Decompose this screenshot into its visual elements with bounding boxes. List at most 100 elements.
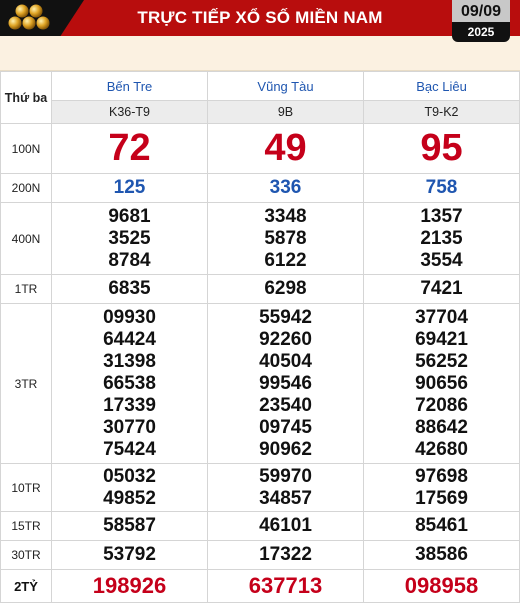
prize-label: 30TR — [0, 540, 52, 570]
winning-number: 09930 — [103, 306, 156, 328]
prize-row: 400N 9681 3525 8784 3348 5878 6122 1357 2135 3554 — [0, 202, 520, 275]
province-name-bac-lieu[interactable]: Bạc Liêu — [363, 71, 520, 101]
winning-number: 1357 — [420, 205, 463, 227]
winning-number: 30770 — [103, 416, 156, 438]
province-name-vung-tau[interactable]: Vũng Tàu — [207, 71, 364, 101]
prize-cell: 637713 — [207, 569, 364, 603]
winning-number: 3348 — [264, 205, 307, 227]
prize-label: 3TR — [0, 303, 52, 464]
province-header-row: Thứ ba Bến Tre Vũng Tàu Bạc Liêu — [0, 71, 520, 124]
province-name-ben-tre[interactable]: Bến Tre — [51, 71, 208, 101]
winning-number: 7421 — [420, 278, 463, 299]
prize-cell: 85461 — [363, 511, 520, 541]
winning-number: 72086 — [415, 394, 468, 416]
winning-number: 49852 — [103, 487, 156, 509]
prize-row: 30TR 53792 17322 38586 — [0, 540, 520, 570]
winning-number: 69421 — [415, 328, 468, 350]
winning-number: 9681 — [108, 205, 151, 227]
winning-number: 64424 — [103, 328, 156, 350]
prize-row: 1TR 6835 6298 7421 — [0, 274, 520, 304]
draw-date-badge: 09/09 2025 — [452, 0, 510, 42]
prize-cell: 6835 — [51, 274, 208, 304]
prize-cell: 198926 — [51, 569, 208, 603]
prize-cell: 53792 — [51, 540, 208, 570]
prize-row: 2TỶ 198926 637713 098958 — [0, 569, 520, 603]
winning-number: 17569 — [415, 487, 468, 509]
winning-number: 3525 — [108, 227, 151, 249]
winning-number: 6298 — [264, 278, 307, 299]
winning-number: 56252 — [415, 350, 468, 372]
winning-number: 53792 — [103, 544, 156, 565]
prize-cell: 58587 — [51, 511, 208, 541]
winning-number: 40504 — [259, 350, 312, 372]
prize-cell: 9681 3525 8784 — [51, 202, 208, 275]
prize-cell: 758 — [363, 173, 520, 203]
prize-row: 200N 125 336 758 — [0, 173, 520, 203]
prize-cell: 6298 — [207, 274, 364, 304]
prize-cell: 46101 — [207, 511, 364, 541]
prize-row: 100N 72 49 95 — [0, 123, 520, 174]
winning-number: 23540 — [259, 394, 312, 416]
winning-number: 758 — [425, 177, 458, 198]
winning-number: 99546 — [259, 372, 312, 394]
winning-number: 42680 — [415, 438, 468, 460]
ticket-code-row: K36-T9 9B T9-K2 — [1, 100, 520, 124]
prize-label: 2TỶ — [0, 569, 52, 603]
prize-label: 200N — [0, 173, 52, 203]
winning-number: 125 — [113, 177, 146, 198]
ticket-code: T9-K2 — [363, 100, 520, 124]
winning-number: 88642 — [415, 416, 468, 438]
prize-cell: 38586 — [363, 540, 520, 570]
winning-number: 17322 — [259, 544, 312, 565]
winning-number: 37704 — [415, 306, 468, 328]
winning-number: 8784 — [108, 249, 151, 271]
winning-number: 05032 — [103, 465, 156, 487]
draw-date-day: 09/09 — [452, 0, 510, 22]
winning-number: 55942 — [259, 306, 312, 328]
winning-number: 5878 — [264, 227, 307, 249]
prize-cell: 59970 34857 — [207, 463, 364, 512]
winning-number: 198926 — [92, 573, 167, 598]
prize-cell: 49 — [207, 123, 364, 174]
prize-label: 15TR — [0, 511, 52, 541]
prize-label: 10TR — [0, 463, 52, 512]
winning-number: 90962 — [259, 438, 312, 460]
winning-number: 6122 — [264, 249, 307, 271]
page-title: TRỰC TIẾP XỔ SỐ MIỀN NAM — [137, 8, 383, 27]
winning-number: 49 — [264, 127, 307, 169]
winning-number: 46101 — [259, 515, 312, 536]
prize-cell: 336 — [207, 173, 364, 203]
winning-number: 38586 — [415, 544, 468, 565]
prize-row: 3TR 09930 64424 31398 66538 17339 30770 75424 55… — [0, 303, 520, 464]
prize-cell: 37704 69421 56252 90656 72086 88642 42680 — [363, 303, 520, 464]
prize-cell: 97698 17569 — [363, 463, 520, 512]
prize-row: 10TR 05032 49852 59970 34857 97698 17569 — [0, 463, 520, 512]
prize-cell: 55942 92260 40504 99546 23540 09745 90962 — [207, 303, 364, 464]
header-banner: TRỰC TIẾP XỔ SỐ MIỀN NAM 09/09 2025 — [0, 0, 520, 42]
prize-cell: 95 — [363, 123, 520, 174]
prize-cell: 09930 64424 31398 66538 17339 30770 75424 — [51, 303, 208, 464]
winning-number: 66538 — [103, 372, 156, 394]
prize-cell: 17322 — [207, 540, 364, 570]
winning-number: 31398 — [103, 350, 156, 372]
prize-cell: 05032 49852 — [51, 463, 208, 512]
winning-number: 336 — [269, 177, 302, 198]
winning-number: 95 — [420, 127, 463, 169]
winning-number: 09745 — [259, 416, 312, 438]
prize-cell: 3348 5878 6122 — [207, 202, 364, 275]
winning-number: 637713 — [248, 573, 323, 598]
ticket-code: 9B — [207, 100, 364, 124]
prize-label: 1TR — [0, 274, 52, 304]
winning-number: 34857 — [259, 487, 312, 509]
winning-number: 97698 — [415, 465, 468, 487]
winning-number: 90656 — [415, 372, 468, 394]
prize-label: 400N — [0, 202, 52, 275]
winning-number: 098958 — [404, 573, 479, 598]
winning-number: 6835 — [108, 278, 151, 299]
winning-number: 72 — [108, 127, 151, 169]
winning-number: 2135 — [420, 227, 463, 249]
prize-cell: 098958 — [363, 569, 520, 603]
prize-cell: 125 — [51, 173, 208, 203]
winning-number: 58587 — [103, 515, 156, 536]
ticket-code: K36-T9 — [51, 100, 208, 124]
